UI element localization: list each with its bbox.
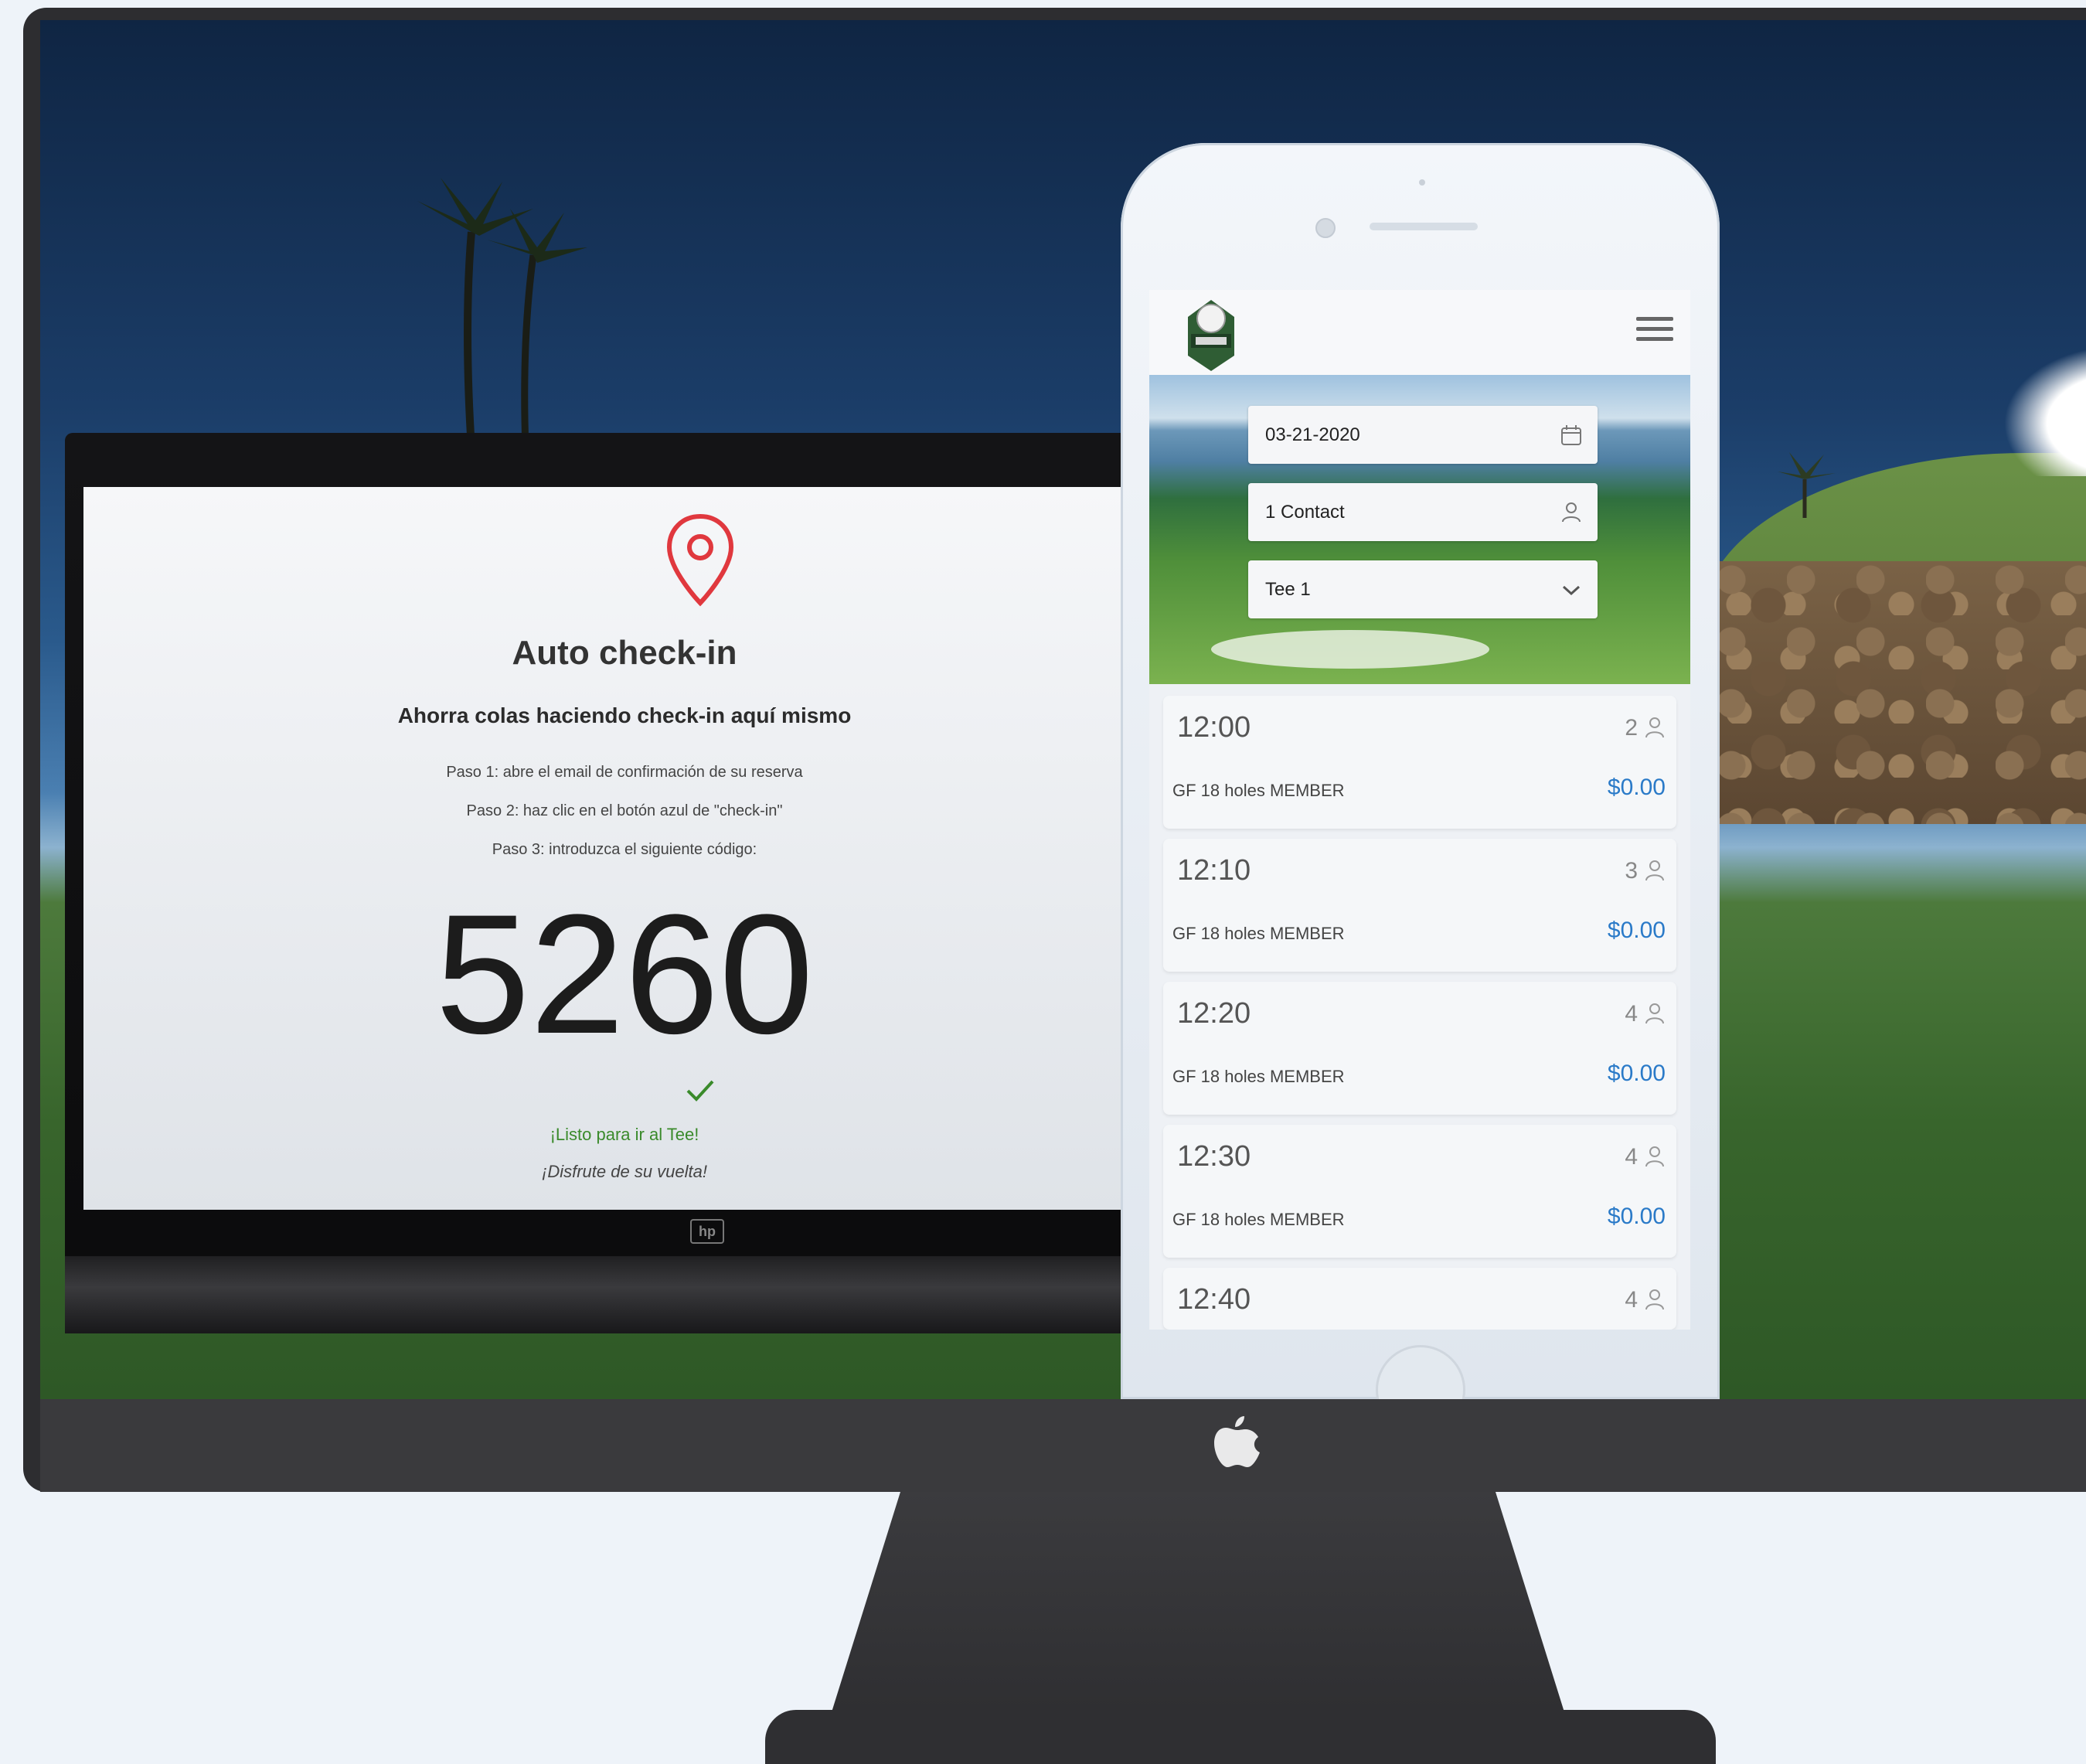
slot-players: 4 (1625, 1287, 1638, 1313)
chevron-down-icon[interactable] (1559, 577, 1584, 602)
hp-monitor-base (65, 1256, 1178, 1333)
tee-time-slot[interactable]: 12:00 2 GF 18 holes MEMBER $0.00 (1163, 696, 1676, 829)
calendar-icon[interactable] (1559, 423, 1584, 448)
booking-app: 03-21-2020 1 Contact Tee 1 12:00 2 GF 18… (1149, 290, 1690, 1330)
slot-players: 4 (1625, 1144, 1638, 1170)
slot-time: 12:40 (1177, 1283, 1251, 1316)
contact-value: 1 Contact (1265, 502, 1345, 523)
apple-logo-icon (1214, 1416, 1260, 1467)
tee-value: Tee 1 (1265, 579, 1311, 600)
slot-price: $0.00 (1607, 1204, 1666, 1229)
checkin-screen (83, 487, 1166, 1210)
person-icon (1645, 1003, 1664, 1024)
date-field[interactable]: 03-21-2020 (1248, 406, 1598, 464)
contact-field[interactable]: 1 Contact (1248, 483, 1598, 541)
palm-trees (417, 178, 587, 448)
putting-green (1211, 630, 1489, 669)
slot-time: 12:20 (1177, 997, 1251, 1030)
phone-sensor (1419, 179, 1425, 186)
slot-time: 12:00 (1177, 711, 1251, 744)
slot-players: 4 (1625, 1001, 1638, 1027)
person-icon (1645, 1146, 1664, 1167)
checkmark-icon (686, 1080, 714, 1102)
hp-logo: hp (690, 1219, 724, 1244)
phone-camera (1315, 218, 1336, 238)
slot-rate: GF 18 holes MEMBER (1172, 924, 1345, 943)
slot-time: 12:10 (1177, 854, 1251, 887)
phone-speaker (1370, 223, 1478, 230)
tee-time-slot[interactable]: 12:20 4 GF 18 holes MEMBER $0.00 (1163, 982, 1676, 1115)
course-hero-image: 03-21-2020 1 Contact Tee 1 (1149, 375, 1690, 684)
slot-rate: GF 18 holes MEMBER (1172, 781, 1345, 800)
palm-tree-small (1778, 452, 1836, 518)
slot-players: 2 (1625, 715, 1638, 741)
person-icon (1645, 1289, 1664, 1310)
slot-players: 3 (1625, 858, 1638, 884)
slot-time: 12:30 (1177, 1140, 1251, 1173)
imac-chin (40, 1399, 2086, 1492)
slot-price: $0.00 (1607, 918, 1666, 943)
slot-rate: GF 18 holes MEMBER (1172, 1067, 1345, 1086)
hamburger-menu-icon[interactable] (1636, 317, 1673, 348)
stone-wall (1717, 561, 2086, 824)
tee-select[interactable]: Tee 1 (1248, 560, 1598, 618)
location-pin-icon (666, 513, 734, 607)
person-icon (1645, 717, 1664, 738)
slot-price: $0.00 (1607, 775, 1666, 800)
tee-time-slot[interactable]: 12:30 4 GF 18 holes MEMBER $0.00 (1163, 1125, 1676, 1258)
imac-stand-base (765, 1710, 1716, 1764)
golf-club-logo[interactable] (1180, 294, 1242, 375)
slot-price: $0.00 (1607, 1061, 1666, 1086)
date-value: 03-21-2020 (1265, 424, 1360, 445)
tee-time-slot[interactable]: 12:40 4 (1163, 1268, 1676, 1330)
person-icon (1562, 502, 1581, 523)
app-header (1149, 290, 1690, 375)
cloud (2003, 345, 2086, 476)
tee-time-slot[interactable]: 12:10 3 GF 18 holes MEMBER $0.00 (1163, 839, 1676, 972)
person-icon (1645, 860, 1664, 881)
slot-rate: GF 18 holes MEMBER (1172, 1210, 1345, 1229)
